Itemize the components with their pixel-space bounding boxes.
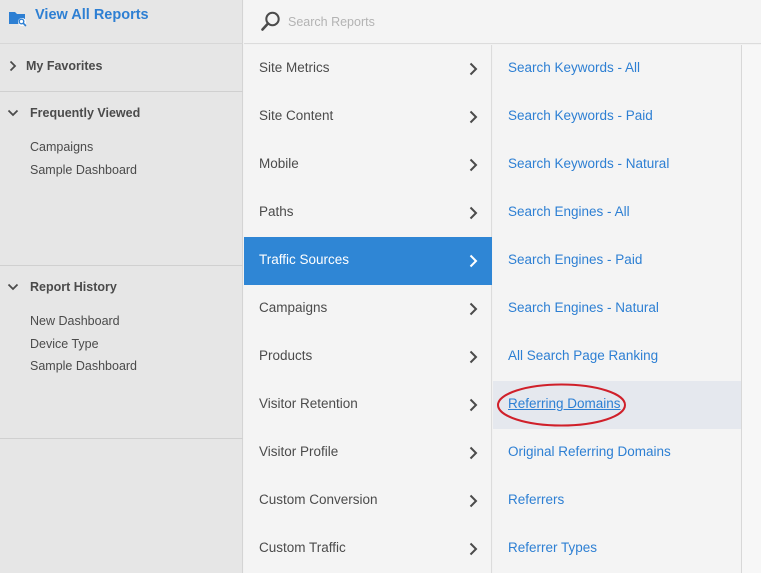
empty-panel: [741, 45, 761, 573]
my-favorites-label: My Favorites: [26, 59, 103, 73]
category-item[interactable]: Traffic Sources: [244, 237, 492, 285]
frequently-viewed-toggle[interactable]: Frequently Viewed: [0, 102, 243, 126]
chevron-down-icon: [7, 283, 19, 291]
category-item[interactable]: Mobile: [244, 141, 492, 189]
sidebar-divider: [0, 438, 243, 439]
category-label: Mobile: [259, 156, 299, 171]
category-item[interactable]: Visitor Retention: [244, 381, 492, 429]
category-label: Traffic Sources: [259, 252, 350, 267]
category-item[interactable]: Site Metrics: [244, 45, 492, 93]
sidebar-divider: [0, 265, 243, 266]
report-item[interactable]: Referring Domains: [493, 381, 741, 429]
report-history-toggle[interactable]: Report History: [0, 276, 243, 300]
report-link[interactable]: Search Engines - All: [508, 204, 630, 219]
report-link[interactable]: Referring Domains: [508, 396, 621, 411]
chevron-right-icon: [469, 158, 478, 172]
search-icon: [261, 11, 280, 31]
category-item[interactable]: Site Content: [244, 93, 492, 141]
report-item[interactable]: Search Engines - All: [493, 189, 741, 237]
category-item[interactable]: Campaigns: [244, 285, 492, 333]
reports-list: Search Keywords - All Search Keywords - P…: [493, 45, 741, 573]
category-item[interactable]: Custom Traffic: [244, 525, 492, 573]
report-item[interactable]: Search Engines - Paid: [493, 237, 741, 285]
reports-folder-icon: [9, 12, 27, 27]
report-link[interactable]: Original Referring Domains: [508, 444, 671, 459]
report-link[interactable]: Search Engines - Paid: [508, 252, 642, 267]
chevron-right-icon: [469, 446, 478, 460]
report-link[interactable]: Search Keywords - All: [508, 60, 640, 75]
report-link[interactable]: All Search Page Ranking: [508, 348, 658, 363]
sidebar: View All Reports My Favorites Frequently…: [0, 0, 243, 573]
chevron-down-icon: [7, 109, 19, 117]
category-item[interactable]: Custom Conversion: [244, 477, 492, 525]
chevron-right-icon: [469, 350, 478, 364]
chevron-right-icon: [469, 302, 478, 316]
chevron-right-icon: [469, 494, 478, 508]
category-label: Site Content: [259, 108, 334, 123]
category-label: Visitor Profile: [259, 444, 339, 459]
chevron-right-icon: [469, 110, 478, 124]
my-favorites-toggle[interactable]: My Favorites: [0, 55, 243, 79]
chevron-right-icon: [9, 60, 17, 72]
report-item[interactable]: Search Keywords - Paid: [493, 93, 741, 141]
report-item[interactable]: Search Engines - Natural: [493, 285, 741, 333]
category-label: Custom Conversion: [259, 492, 378, 507]
category-item[interactable]: Paths: [244, 189, 492, 237]
category-label: Site Metrics: [259, 60, 330, 75]
report-item[interactable]: Search Keywords - All: [493, 45, 741, 93]
category-label: Visitor Retention: [259, 396, 358, 411]
chevron-right-icon: [469, 398, 478, 412]
chevron-right-icon: [469, 62, 478, 76]
report-history-item-device-type[interactable]: Device Type: [30, 337, 99, 351]
frequently-viewed-item-campaigns[interactable]: Campaigns: [30, 140, 93, 154]
report-history-item-new-dashboard[interactable]: New Dashboard: [30, 314, 120, 328]
chevron-right-icon: [469, 542, 478, 556]
search-bar: [244, 0, 761, 44]
chevron-right-icon: [469, 254, 478, 268]
chevron-right-icon: [469, 206, 478, 220]
view-all-reports-label: View All Reports: [35, 7, 149, 23]
report-link[interactable]: Search Keywords - Paid: [508, 108, 653, 123]
category-item[interactable]: Products: [244, 333, 492, 381]
category-label: Custom Traffic: [259, 540, 346, 555]
report-item[interactable]: All Search Page Ranking: [493, 333, 741, 381]
view-all-reports-link[interactable]: View All Reports: [0, 0, 243, 44]
search-reports-input[interactable]: [288, 10, 688, 34]
report-categories-list: Site Metrics Site Content Mobile Paths Traff…: [244, 45, 492, 573]
report-history-item-sample-dashboard[interactable]: Sample Dashboard: [30, 359, 137, 373]
report-item[interactable]: Search Keywords - Natural: [493, 141, 741, 189]
report-item[interactable]: Referrer Types: [493, 525, 741, 573]
sidebar-divider: [0, 91, 243, 92]
frequently-viewed-item-sample-dashboard[interactable]: Sample Dashboard: [30, 163, 137, 177]
report-link[interactable]: Search Keywords - Natural: [508, 156, 669, 171]
category-label: Paths: [259, 204, 294, 219]
report-link[interactable]: Referrers: [508, 492, 564, 507]
report-history-label: Report History: [30, 280, 117, 294]
category-label: Campaigns: [259, 300, 328, 315]
report-link[interactable]: Referrer Types: [508, 540, 597, 555]
category-label: Products: [259, 348, 313, 363]
category-item[interactable]: Visitor Profile: [244, 429, 492, 477]
report-item[interactable]: Referrers: [493, 477, 741, 525]
report-item[interactable]: Original Referring Domains: [493, 429, 741, 477]
frequently-viewed-label: Frequently Viewed: [30, 106, 141, 120]
report-link[interactable]: Search Engines - Natural: [508, 300, 659, 315]
